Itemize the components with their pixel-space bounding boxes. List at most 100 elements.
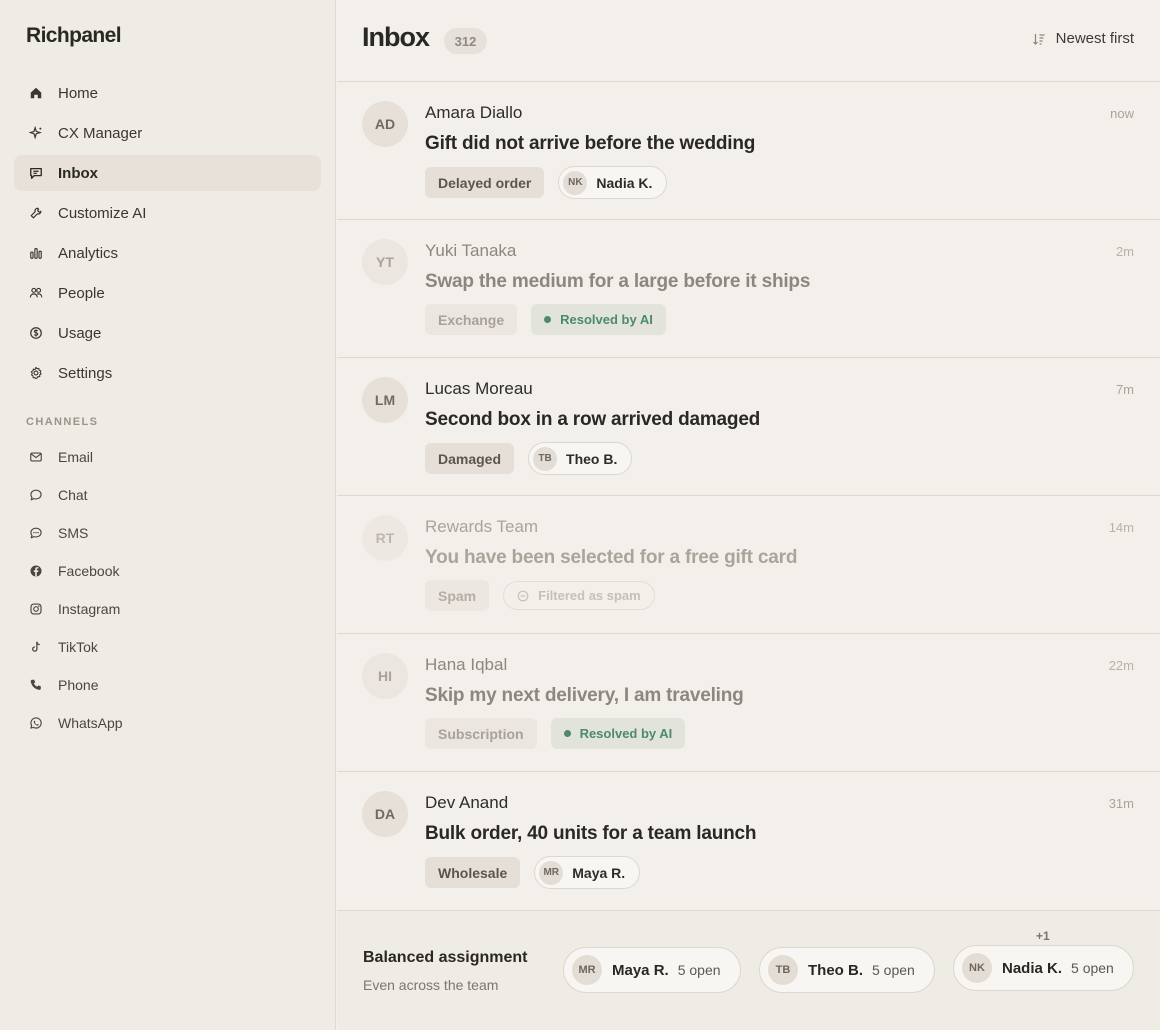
brand-logo: Richpanel bbox=[26, 24, 122, 47]
nav-item-label: CX Manager bbox=[58, 124, 143, 142]
chat-icon bbox=[28, 165, 44, 181]
nav-item-cx-manager[interactable]: CX Manager bbox=[14, 115, 321, 151]
nav-item-label: Settings bbox=[58, 364, 113, 382]
sort-label: Newest first bbox=[1055, 30, 1134, 47]
channel-sms[interactable]: SMS bbox=[14, 516, 321, 550]
assignee-name: Theo B. bbox=[566, 450, 618, 467]
avatar: HI bbox=[362, 653, 408, 699]
channel-email[interactable]: Email bbox=[14, 440, 321, 474]
channel-label: Email bbox=[58, 449, 94, 465]
sort-dropdown[interactable]: Newest first bbox=[1032, 30, 1134, 47]
intent-tag[interactable]: Wholesale bbox=[425, 857, 521, 888]
spam-status-badge: Filtered as spam bbox=[503, 581, 655, 610]
conversation-row[interactable]: YT Yuki Tanaka 2m Swap the medium for a … bbox=[337, 220, 1160, 358]
nav-item-inbox[interactable]: Inbox bbox=[14, 155, 321, 191]
channels-heading: CHANNELS bbox=[26, 416, 99, 428]
assignee-avatar: TB bbox=[533, 446, 558, 471]
timestamp: 22m bbox=[1108, 658, 1134, 673]
resolved-status-badge: Resolved by AI bbox=[531, 304, 666, 335]
channel-facebook[interactable]: Facebook bbox=[14, 554, 321, 588]
agent-load-chip[interactable]: MR Maya R. 5 open bbox=[563, 947, 741, 993]
conversation-row[interactable]: DA Dev Anand 31m Bulk order, 40 units fo… bbox=[337, 772, 1160, 911]
wrench-icon bbox=[28, 205, 44, 221]
sender-name: Dev Anand bbox=[425, 793, 509, 812]
resolved-status-badge: Resolved by AI bbox=[550, 718, 686, 749]
status-label: Resolved by AI bbox=[579, 726, 673, 741]
channel-instagram[interactable]: Instagram bbox=[14, 592, 321, 626]
avatar: DA bbox=[362, 791, 408, 837]
channel-chat[interactable]: Chat bbox=[14, 478, 321, 512]
tag-row: Delayed order NK Nadia K. bbox=[425, 166, 668, 199]
status-dot-icon bbox=[563, 730, 571, 737]
conversation-row[interactable]: AD Amara Diallo now Gift did not arrive … bbox=[337, 82, 1160, 220]
channel-label: WhatsApp bbox=[58, 715, 123, 731]
footer-title: Balanced assignment bbox=[363, 949, 528, 966]
avatar: LM bbox=[362, 377, 408, 423]
tiktok-icon bbox=[28, 639, 44, 655]
channel-whatsapp[interactable]: WhatsApp bbox=[14, 706, 321, 740]
inbox-count-badge: 312 bbox=[444, 28, 487, 54]
home-icon bbox=[28, 85, 44, 101]
assignee-chip[interactable]: NK Nadia K. bbox=[558, 166, 668, 199]
assignee-name: Nadia K. bbox=[596, 174, 653, 191]
intent-tag[interactable]: Subscription bbox=[425, 718, 537, 749]
gear-icon bbox=[28, 365, 44, 381]
footer-subtitle: Even across the team bbox=[363, 977, 499, 993]
sms-icon bbox=[28, 525, 44, 541]
whatsapp-icon bbox=[28, 715, 44, 731]
agent-open-count: 5 open bbox=[1071, 960, 1114, 976]
nav-item-usage[interactable]: Usage bbox=[14, 315, 321, 351]
nav-item-label: Customize AI bbox=[58, 204, 147, 222]
instagram-icon bbox=[28, 601, 44, 617]
nav-item-home[interactable]: Home bbox=[14, 75, 321, 111]
agent-name: Theo B. bbox=[808, 961, 863, 979]
assignee-chip[interactable]: TB Theo B. bbox=[528, 442, 633, 475]
timestamp: 7m bbox=[1115, 382, 1134, 397]
intent-tag[interactable]: Exchange bbox=[425, 304, 518, 335]
agent-load-chip[interactable]: NK Nadia K. 5 open bbox=[953, 945, 1134, 991]
conversation-row[interactable]: RT Rewards Team 14m You have been select… bbox=[337, 496, 1160, 634]
nav-item-label: Analytics bbox=[58, 244, 119, 262]
agent-load-chip[interactable]: TB Theo B. 5 open bbox=[759, 947, 935, 993]
agent-avatar: MR bbox=[572, 955, 602, 985]
intent-tag[interactable]: Spam bbox=[425, 580, 490, 611]
sort-icon bbox=[1032, 32, 1046, 46]
assignee-avatar: MR bbox=[539, 860, 564, 885]
assignee-chip[interactable]: MR Maya R. bbox=[534, 856, 641, 889]
bar-chart-icon bbox=[28, 245, 44, 261]
channel-phone[interactable]: Phone bbox=[14, 668, 321, 702]
tag-row: Damaged TB Theo B. bbox=[425, 442, 633, 475]
increment-indicator: +1 bbox=[1036, 929, 1050, 943]
agent-open-count: 5 open bbox=[872, 962, 915, 978]
nav-item-customize-ai[interactable]: Customize AI bbox=[14, 195, 321, 231]
sender-name: Yuki Tanaka bbox=[425, 241, 517, 260]
nav-item-settings[interactable]: Settings bbox=[14, 355, 321, 391]
people-icon bbox=[28, 285, 44, 301]
nav-item-analytics[interactable]: Analytics bbox=[14, 235, 321, 271]
nav-item-people[interactable]: People bbox=[14, 275, 321, 311]
channel-tiktok[interactable]: TikTok bbox=[14, 630, 321, 664]
intent-tag[interactable]: Delayed order bbox=[425, 167, 545, 198]
mail-icon bbox=[28, 449, 44, 465]
conversation-subject: Skip my next delivery, I am traveling bbox=[425, 685, 744, 706]
conversation-subject: Gift did not arrive before the wedding bbox=[425, 133, 756, 154]
channels-list: Email Chat SMS Facebook Instagram TikTok… bbox=[14, 440, 321, 744]
nav-item-label: Inbox bbox=[58, 164, 98, 182]
agent-avatar: NK bbox=[962, 953, 992, 983]
channel-label: Chat bbox=[58, 487, 88, 503]
conversation-subject: Second box in a row arrived damaged bbox=[425, 409, 761, 430]
chat-bubble-icon bbox=[28, 487, 44, 503]
sparkle-icon bbox=[28, 125, 44, 141]
channel-label: SMS bbox=[58, 525, 89, 541]
channel-label: Instagram bbox=[58, 601, 121, 617]
tag-row: Subscription Resolved by AI bbox=[425, 718, 686, 749]
phone-icon bbox=[28, 677, 44, 693]
sender-name: Amara Diallo bbox=[425, 103, 523, 122]
channel-label: TikTok bbox=[58, 639, 98, 655]
conversation-row[interactable]: LM Lucas Moreau 7m Second box in a row a… bbox=[337, 358, 1160, 496]
conversation-row[interactable]: HI Hana Iqbal 22m Skip my next delivery,… bbox=[337, 634, 1160, 772]
intent-tag[interactable]: Damaged bbox=[425, 443, 515, 474]
avatar: RT bbox=[362, 515, 408, 561]
timestamp: 31m bbox=[1108, 796, 1134, 811]
tag-row: Wholesale MR Maya R. bbox=[425, 856, 641, 889]
